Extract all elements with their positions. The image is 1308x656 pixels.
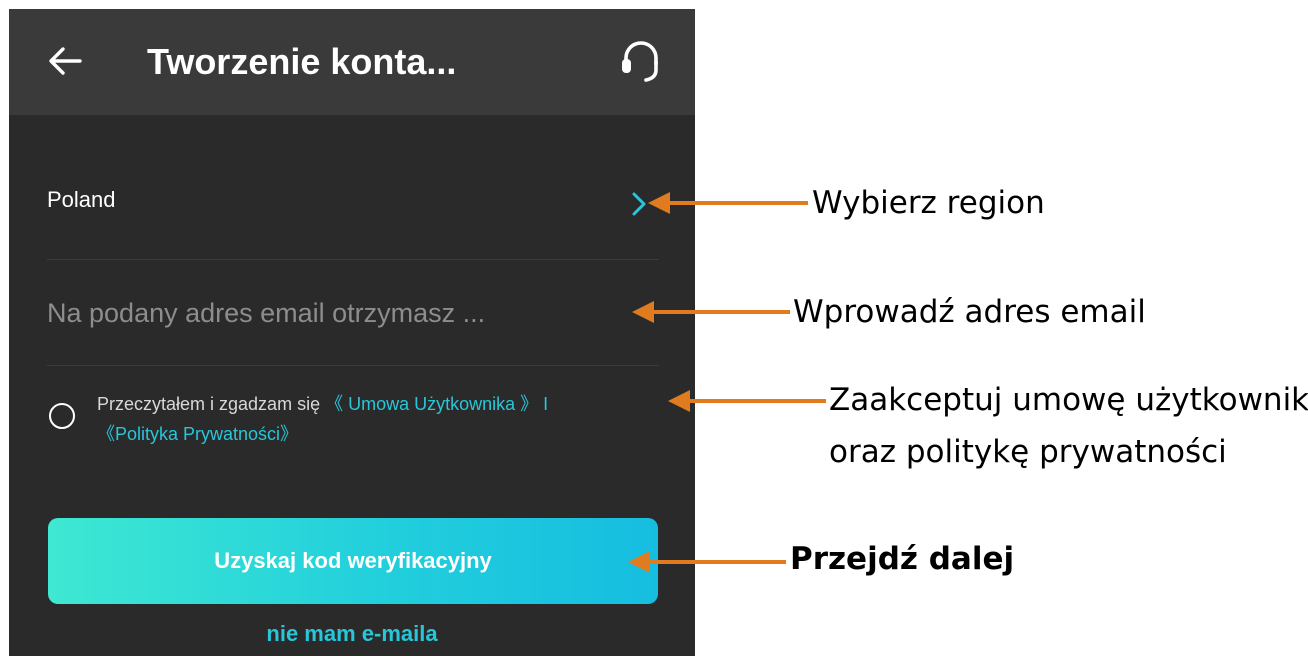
divider	[47, 259, 659, 260]
app-screen: Tworzenie konta... Poland Przeczytałem i…	[9, 9, 695, 656]
page-title: Tworzenie konta...	[147, 41, 457, 82]
annotation-agreement-line1: Zaakceptuj umowę użytkownika	[829, 382, 1308, 418]
region-selector[interactable]: Poland	[47, 167, 659, 247]
agreement-text: Przeczytałem i zgadzam się 《 Umowa Użytk…	[97, 389, 677, 449]
region-value: Poland	[47, 187, 116, 212]
arrow-left-icon	[49, 47, 82, 75]
top-bar: Tworzenie konta...	[9, 9, 695, 115]
agreement-separator: I	[543, 394, 549, 414]
agreement-radio[interactable]	[49, 403, 75, 429]
email-input[interactable]	[47, 285, 607, 341]
privacy-policy-link[interactable]: 《Polityka Prywatności》	[97, 424, 298, 444]
headset-icon	[622, 41, 658, 82]
annotation-agreement-line2: oraz politykę prywatności	[829, 434, 1227, 470]
back-button[interactable]	[43, 39, 87, 83]
annotation-email: Wprowadź adres email	[793, 294, 1146, 330]
agreement-label: Przeczytałem i zgadzam się	[97, 394, 321, 414]
user-agreement-link[interactable]: 《 Umowa Użytkownika 》	[325, 394, 538, 414]
annotation-arrow	[648, 192, 808, 214]
annotation-arrow	[628, 551, 786, 573]
no-email-link[interactable]: nie mam e-maila	[9, 621, 695, 647]
get-verification-code-button[interactable]: Uzyskaj kod weryfikacyjny	[48, 518, 658, 604]
divider	[47, 365, 659, 366]
support-button[interactable]	[615, 35, 667, 87]
annotation-arrow	[632, 301, 790, 323]
annotation-next: Przejdź dalej	[790, 541, 1015, 577]
annotation-arrow	[668, 390, 826, 412]
annotation-region: Wybierz region	[812, 185, 1045, 221]
